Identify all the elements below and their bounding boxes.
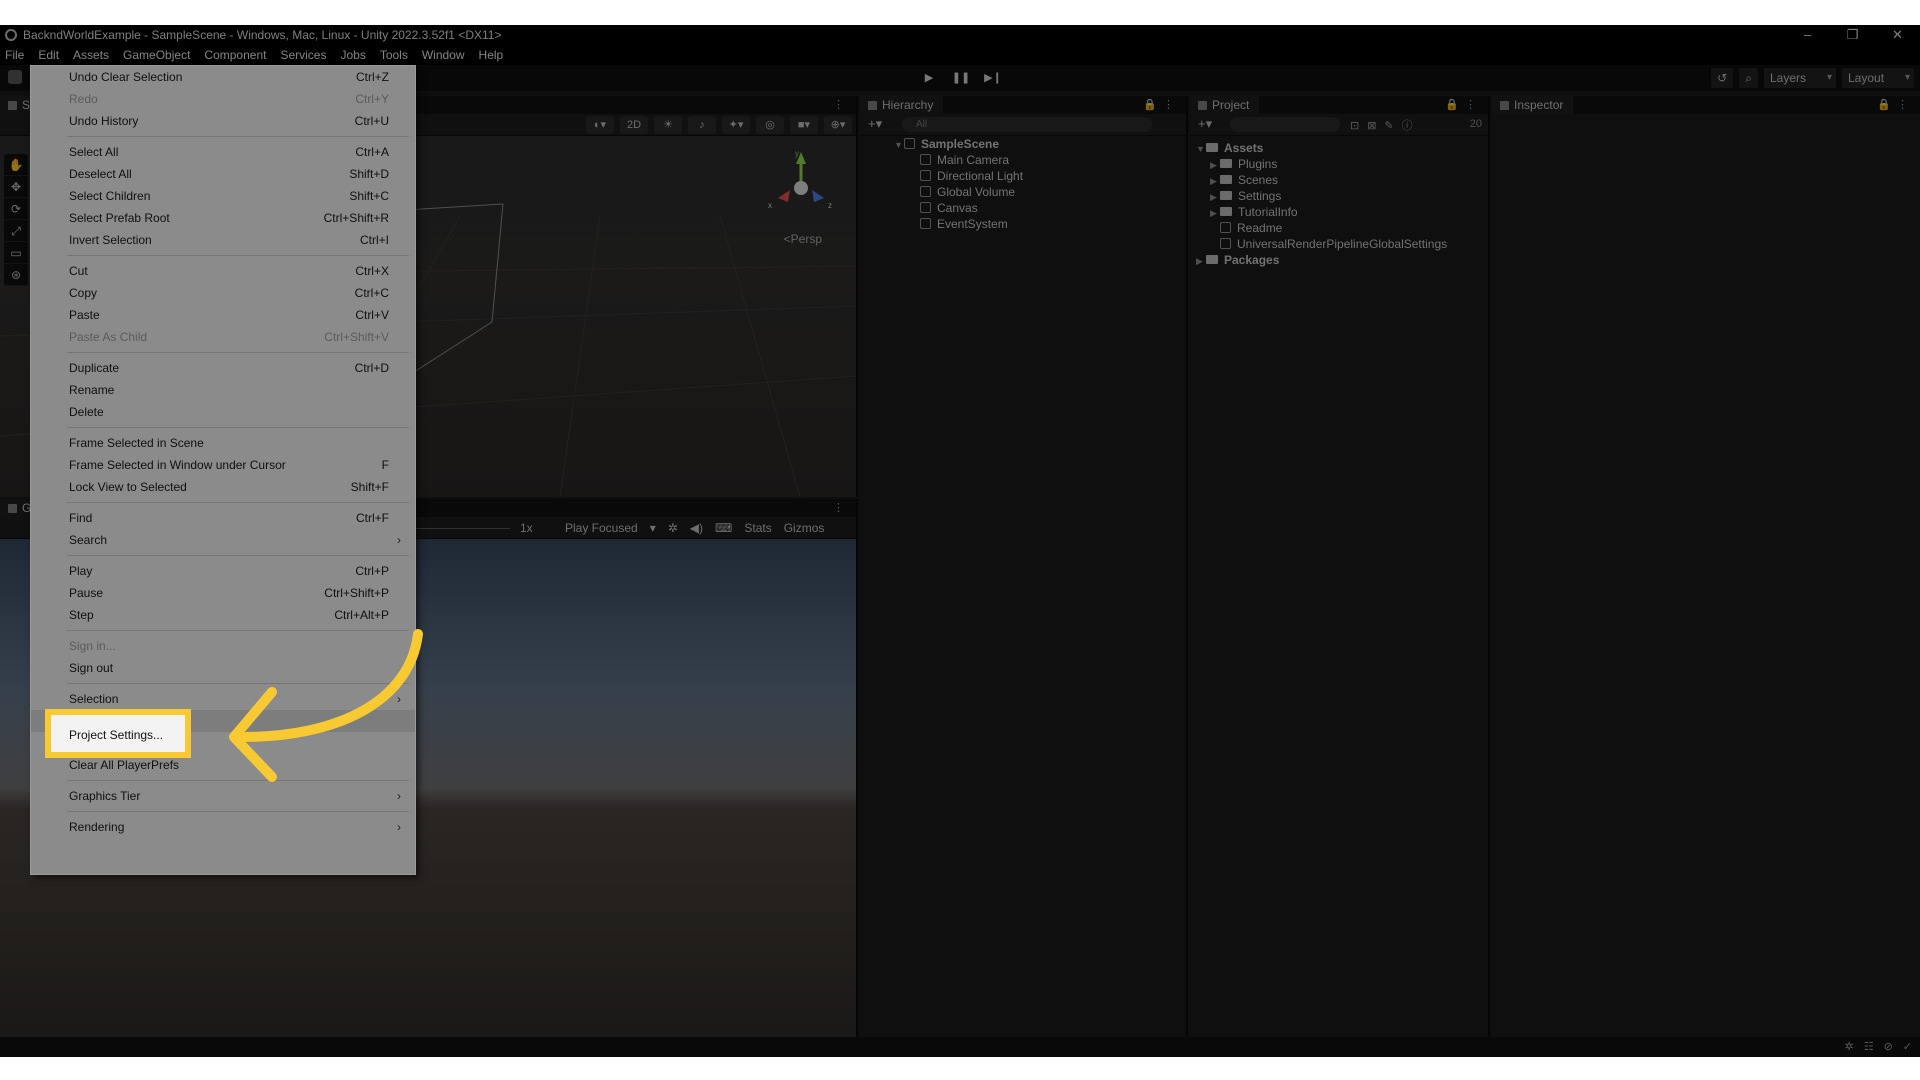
menu-item-label: Redo [69, 92, 98, 106]
menu-item-label: Select Prefab Root [69, 211, 170, 225]
menu-separator [67, 427, 409, 428]
menu-item-label: Sign out [69, 661, 114, 675]
menu-item-label: Duplicate [69, 361, 120, 375]
menu-item-shortcut: Shift+D [349, 167, 389, 181]
menu-item-label: Cut [69, 264, 88, 278]
menu-item-label: Clear All PlayerPrefs [69, 758, 180, 772]
menu-item-label: Sign in... [69, 639, 116, 653]
menu-item-cut[interactable]: Cut Ctrl+X [31, 260, 415, 282]
menu-item-shortcut: Ctrl+Shift+P [324, 586, 389, 600]
menu-item-shortcut: Shift+C [349, 189, 389, 203]
callout-label: Project Settings... [69, 728, 164, 742]
menu-item-label: Undo Clear Selection [69, 70, 183, 84]
menu-separator [67, 502, 409, 503]
menu-item-rendering[interactable]: Rendering › [31, 816, 415, 838]
menu-item-rename[interactable]: Rename [31, 379, 415, 401]
menu-item-shortcut: Ctrl+Z [356, 70, 389, 84]
menu-separator [67, 352, 409, 353]
menu-item-shortcut: Ctrl+U [354, 114, 389, 128]
menu-item-label: Copy [69, 286, 98, 300]
menu-item-label: Find [69, 511, 93, 525]
callout-arrow-icon [229, 629, 423, 782]
menu-item-duplicate[interactable]: Duplicate Ctrl+D [31, 357, 415, 379]
menu-item-select-all[interactable]: Select All Ctrl+A [31, 141, 415, 163]
menu-item-undo-clear-selection[interactable]: Undo Clear Selection Ctrl+Z [31, 66, 415, 88]
chevron-right-icon: › [397, 789, 401, 803]
menu-item-copy[interactable]: Copy Ctrl+C [31, 282, 415, 304]
menu-item-label: Rename [69, 383, 115, 397]
menu-item-graphics-tier[interactable]: Graphics Tier › [31, 785, 415, 807]
menu-item-pause[interactable]: Pause Ctrl+Shift+P [31, 582, 415, 604]
menu-item-label: Undo History [69, 114, 139, 128]
menu-item-deselect-all[interactable]: Deselect All Shift+D [31, 163, 415, 185]
menu-separator [67, 136, 409, 137]
menu-item-shortcut: Ctrl+Alt+P [334, 608, 389, 622]
menu-item-search[interactable]: Search › [31, 529, 415, 551]
menu-separator [67, 811, 409, 812]
menu-item-label: Paste As Child [69, 330, 148, 344]
menu-item-label: Play [69, 564, 93, 578]
menu-item-shortcut: Ctrl+Shift+R [323, 211, 389, 225]
menu-item-delete[interactable]: Delete [31, 401, 415, 423]
menu-item-find[interactable]: Find Ctrl+F [31, 507, 415, 529]
menu-item-label: Frame Selected in Window under Cursor [69, 458, 286, 472]
menu-item-shortcut: Ctrl+F [356, 511, 389, 525]
menu-item-shortcut: Ctrl+P [355, 564, 389, 578]
menu-separator [67, 555, 409, 556]
menu-item-shortcut: Ctrl+Y [355, 92, 389, 106]
menu-item-invert-selection[interactable]: Invert Selection Ctrl+I [31, 229, 415, 251]
menu-item-frame-selected-in-scene[interactable]: Frame Selected in Scene [31, 432, 415, 454]
menu-item-label: Rendering [69, 820, 125, 834]
menu-item-label: Select Children [69, 189, 151, 203]
menu-separator [67, 780, 409, 781]
menu-item-label: Step [69, 608, 94, 622]
chevron-right-icon: › [397, 820, 401, 834]
menu-item-shortcut: Ctrl+A [355, 145, 389, 159]
menu-item-label: Graphics Tier [69, 789, 141, 803]
menu-item-step[interactable]: Step Ctrl+Alt+P [31, 604, 415, 626]
menu-item-select-children[interactable]: Select Children Shift+C [31, 185, 415, 207]
menu-item-select-prefab-root[interactable]: Select Prefab Root Ctrl+Shift+R [31, 207, 415, 229]
menu-separator [67, 255, 409, 256]
menu-item-shortcut: Ctrl+Shift+V [324, 330, 389, 344]
project-settings-callout[interactable]: Project Settings... [45, 709, 191, 758]
menu-item-lock-view-to-selected[interactable]: Lock View to Selected Shift+F [31, 476, 415, 498]
menu-item-shortcut: Ctrl+I [359, 233, 389, 247]
menu-item-shortcut: Shift+F [350, 480, 389, 494]
menu-item-paste[interactable]: Paste Ctrl+V [31, 304, 415, 326]
menu-item-shortcut: Ctrl+X [355, 264, 389, 278]
menu-item-undo-history[interactable]: Undo History Ctrl+U [31, 110, 415, 132]
menu-item-redo: Redo Ctrl+Y [31, 88, 415, 110]
menu-item-label: Frame Selected in Scene [69, 436, 204, 450]
menu-item-shortcut: Ctrl+D [354, 361, 389, 375]
menu-item-frame-selected-in-window-under-cursor[interactable]: Frame Selected in Window under Cursor F [31, 454, 415, 476]
menu-item-label: Select All [69, 145, 119, 159]
menu-item-label: Delete [69, 405, 104, 419]
menu-item-label: Paste [69, 308, 100, 322]
menu-item-paste-as-child: Paste As Child Ctrl+Shift+V [31, 326, 415, 348]
menu-item-label: Pause [69, 586, 104, 600]
menu-item-play[interactable]: Play Ctrl+P [31, 560, 415, 582]
menu-item-label: Search [69, 533, 108, 547]
menu-item-shortcut: F [381, 458, 389, 472]
menu-item-label: Selection [69, 692, 119, 706]
menu-item-shortcut: Ctrl+V [355, 308, 389, 322]
menu-item-label: Deselect All [69, 167, 132, 181]
chevron-right-icon: › [397, 533, 401, 547]
menu-item-label: Lock View to Selected [69, 480, 187, 494]
menu-item-label: Invert Selection [69, 233, 152, 247]
menu-item-shortcut: Ctrl+C [354, 286, 389, 300]
